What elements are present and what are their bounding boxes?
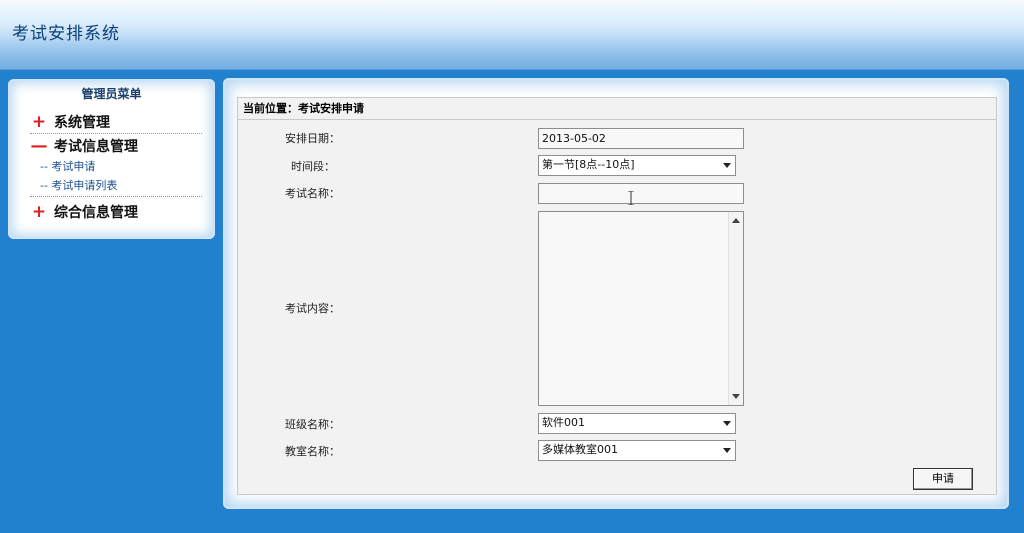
collapse-minus-icon: — — [30, 136, 48, 156]
expand-plus-icon: + — [31, 112, 47, 132]
chevron-down-icon — [723, 448, 731, 453]
scroll-up-arrow-icon[interactable] — [732, 218, 740, 223]
chevron-down-icon — [723, 163, 731, 168]
menu-system-management[interactable]: + 系统管理 — [30, 111, 202, 134]
main-panel: 当前位置：考试安排申请 安排日期： 2013-05-02 时间段： 第一节[8点… — [223, 78, 1009, 509]
class-selected-value: 软件001 — [542, 416, 585, 429]
period-label: 时间段： — [291, 160, 335, 173]
menu-group-system: + 系统管理 — [30, 111, 202, 134]
menu-exam-info-management[interactable]: — 考试信息管理 — [30, 135, 202, 157]
app-title: 考试安排系统 — [12, 24, 120, 44]
period-select[interactable]: 第一节[8点--10点] — [538, 155, 736, 176]
submenu-list: -- 考试申请 -- 考试申请列表 — [30, 157, 202, 197]
submenu-exam-apply[interactable]: -- 考试申请 — [30, 157, 202, 176]
room-name-label: 教室名称： — [285, 445, 340, 458]
exam-content-label: 考试内容： — [285, 302, 340, 315]
date-label: 安排日期： — [285, 132, 340, 145]
sidebar-title: 管理员菜单 — [81, 87, 142, 101]
exam-name-input[interactable] — [538, 183, 744, 204]
text-cursor-icon — [628, 191, 634, 205]
expand-plus-icon: + — [31, 202, 47, 222]
submenu-exam-apply-list[interactable]: -- 考试申请列表 — [30, 176, 202, 195]
class-name-label: 班级名称： — [285, 418, 340, 431]
breadcrumb: 当前位置：考试安排申请 — [238, 98, 996, 120]
menu-label: 考试信息管理 — [54, 139, 138, 155]
scroll-down-arrow-icon[interactable] — [732, 394, 740, 399]
app-header: 考试安排系统 — [0, 0, 1024, 70]
header-band — [0, 34, 1024, 69]
room-select[interactable]: 多媒体教室001 — [538, 440, 736, 461]
menu-label: 系统管理 — [54, 115, 110, 131]
textarea-scrollbar[interactable] — [728, 212, 743, 405]
menu-group-exam-info: — 考试信息管理 -- 考试申请 -- 考试申请列表 — [30, 135, 202, 197]
menu-group-general-info: + 综合信息管理 — [30, 201, 202, 223]
chevron-down-icon — [723, 421, 731, 426]
date-input[interactable]: 2013-05-02 — [538, 128, 744, 149]
room-selected-value: 多媒体教室001 — [542, 443, 618, 456]
menu-label: 综合信息管理 — [54, 205, 138, 221]
exam-name-label: 考试名称： — [285, 187, 340, 200]
form-container: 当前位置：考试安排申请 安排日期： 2013-05-02 时间段： 第一节[8点… — [237, 97, 997, 495]
apply-button[interactable]: 申请 — [913, 468, 973, 490]
class-select[interactable]: 软件001 — [538, 413, 736, 434]
menu-general-info-management[interactable]: + 综合信息管理 — [30, 201, 202, 223]
exam-content-textarea[interactable] — [538, 211, 744, 406]
period-selected-value: 第一节[8点--10点] — [542, 158, 635, 171]
admin-menu-panel: 管理员菜单 + 系统管理 — 考试信息管理 -- 考试申请 -- 考试申请列表 … — [8, 79, 215, 239]
